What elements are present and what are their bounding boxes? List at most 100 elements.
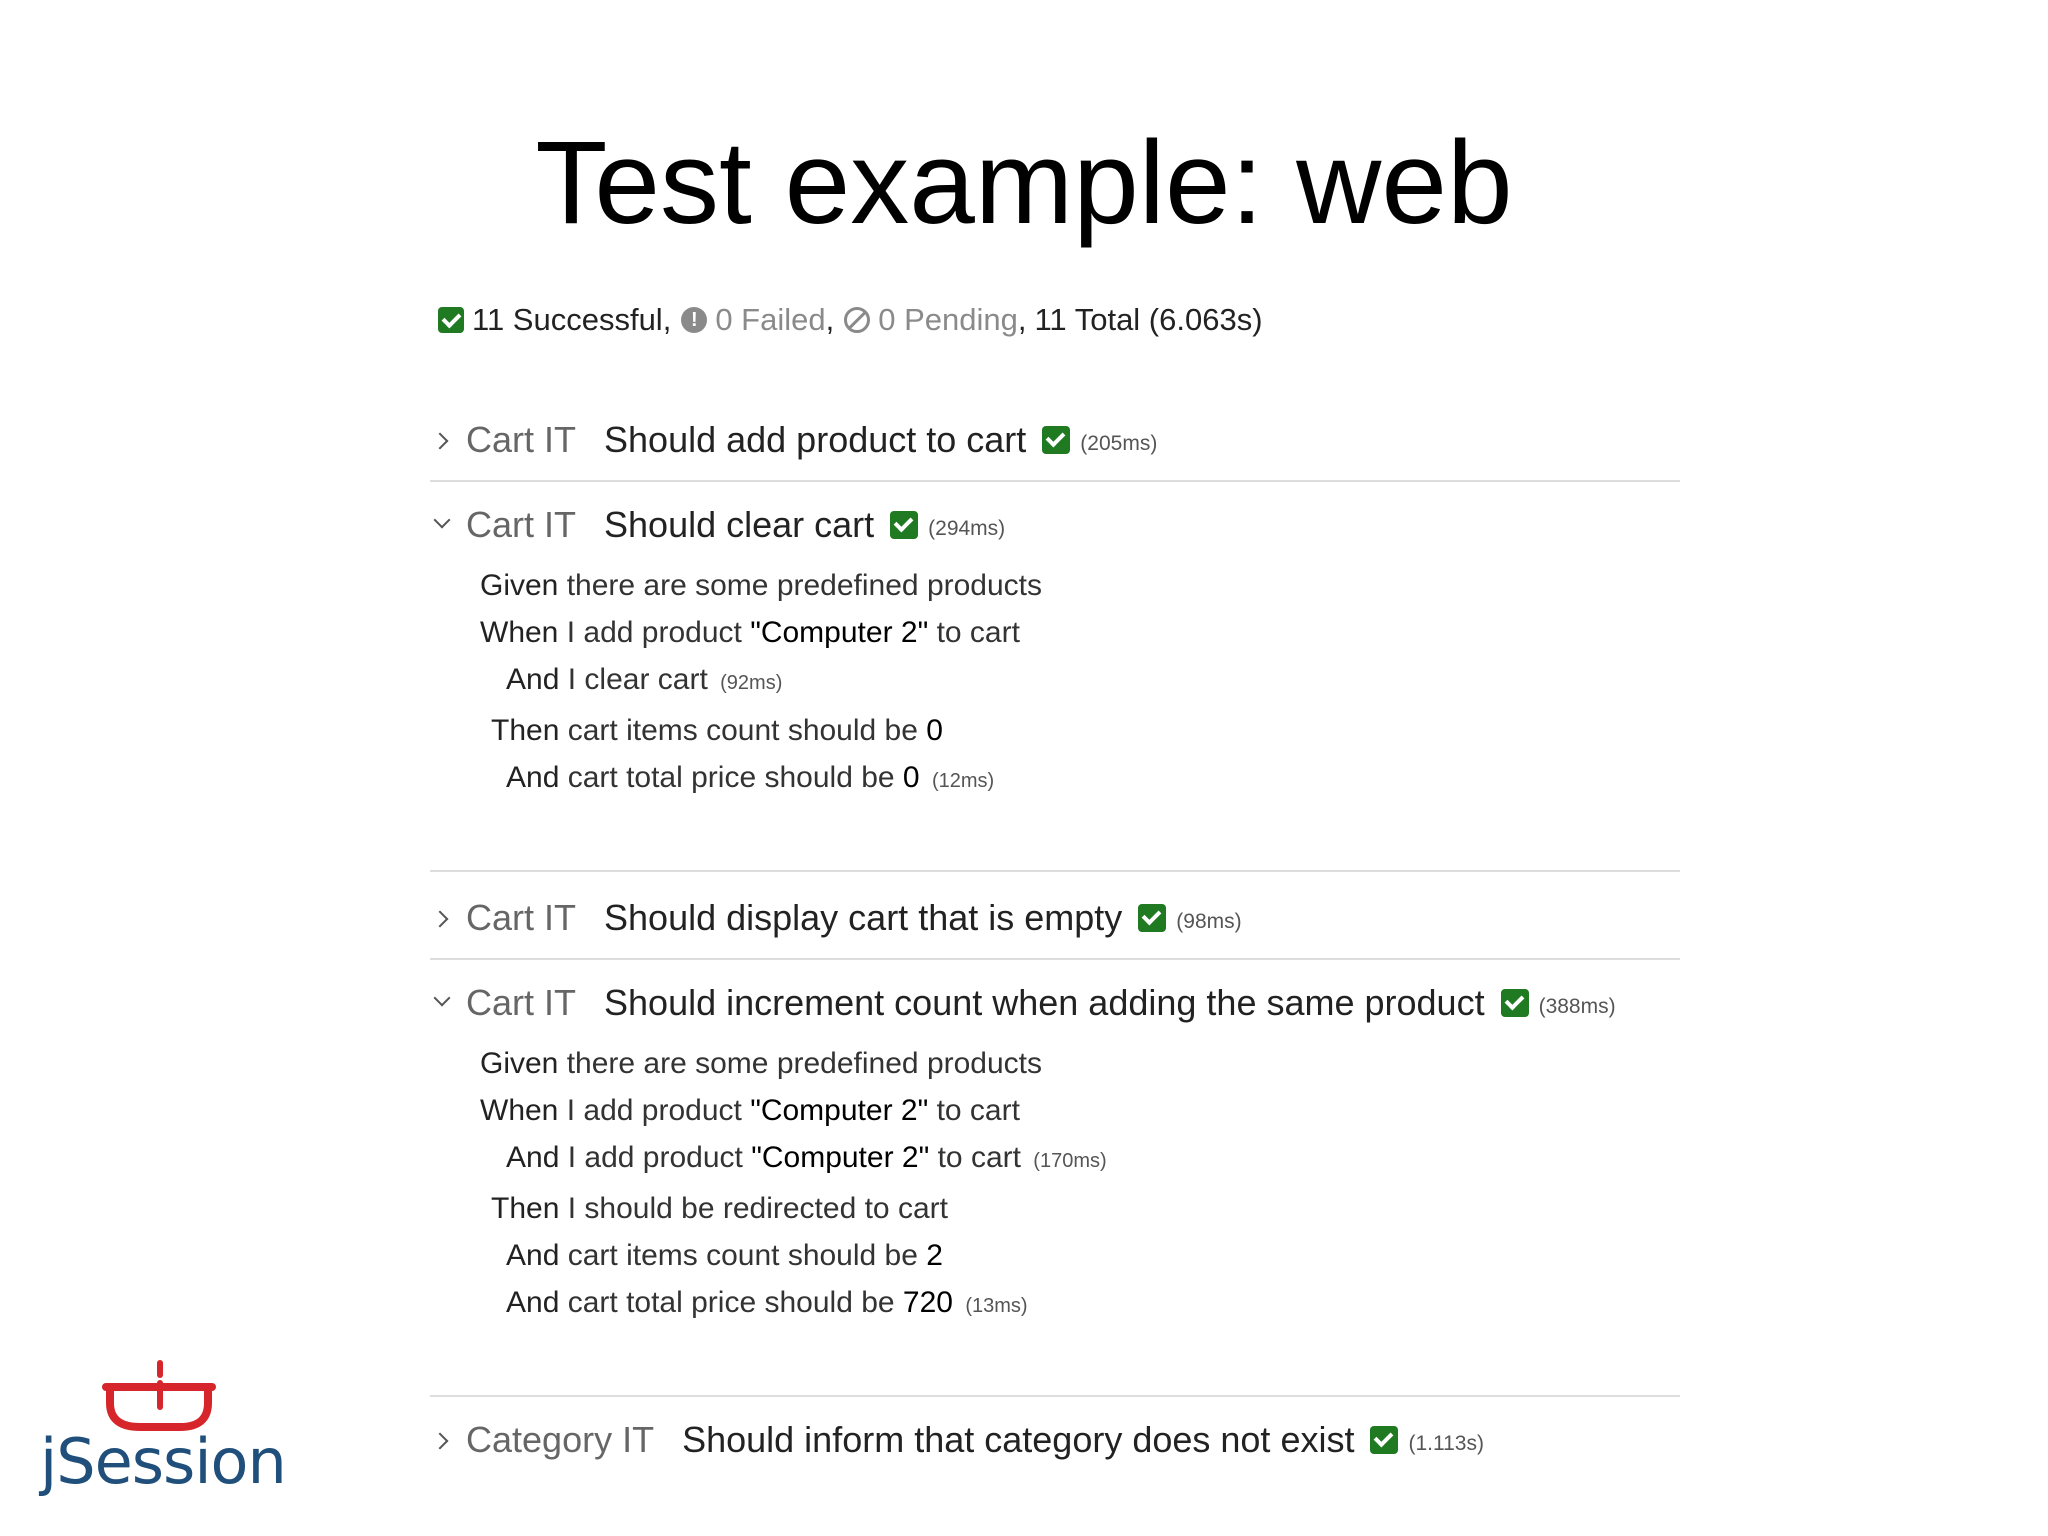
jsession-logo: jSession	[40, 1425, 287, 1498]
step-text: I add product	[567, 1141, 752, 1174]
step-text: I add product	[566, 1094, 751, 1127]
step-value: "Computer 2"	[751, 1141, 930, 1174]
step-text: cart total price should be	[567, 761, 903, 794]
test-header[interactable]: Cart IT Should increment count when addi…	[430, 978, 1680, 1028]
test-duration: (1.113s)	[1408, 1432, 1484, 1455]
step-when: When I add product "Computer 2" to cart	[430, 1087, 1680, 1134]
step-value: "Computer 2"	[750, 616, 929, 649]
divider	[430, 1395, 1680, 1397]
step-and: And cart total price should be 720 (13ms…	[430, 1279, 1680, 1330]
success-check-icon	[1138, 904, 1167, 932]
step-duration: (12ms)	[931, 770, 995, 792]
success-check-icon	[1042, 426, 1071, 454]
summary-separator: ,	[1017, 302, 1027, 337]
test-row[interactable]: Cart IT Should add product to cart (205m…	[430, 415, 1680, 465]
slide: Test example: web 11 Successful, ! 0 Fai…	[0, 0, 2048, 1536]
step-duration: (13ms)	[965, 1295, 1028, 1317]
step-tail: to cart	[928, 1094, 1020, 1127]
step-keyword: And	[506, 663, 560, 696]
success-check-icon	[890, 511, 919, 539]
step-keyword: Given	[480, 569, 559, 602]
test-name: Should add product to cart	[604, 419, 1027, 460]
step-keyword: And	[506, 1286, 560, 1319]
test-row[interactable]: Cart IT Should increment count when addi…	[430, 978, 1680, 1330]
step-and: And I add product "Computer 2" to cart (…	[430, 1134, 1680, 1185]
summary-failed: 0 Failed	[715, 302, 826, 337]
step-keyword: Then	[491, 714, 560, 747]
step-keyword: Then	[491, 1192, 560, 1225]
test-duration: (294ms)	[928, 517, 1006, 540]
step-keyword: When	[480, 616, 559, 649]
divider	[430, 958, 1680, 960]
test-name: Should clear cart	[604, 504, 875, 545]
test-steps: Given there are some predefined products…	[430, 1040, 1680, 1330]
step-text: I add product	[566, 616, 751, 649]
step-duration: (170ms)	[1033, 1150, 1107, 1172]
step-text: cart items count should be	[567, 1239, 927, 1272]
step-tail: to cart	[928, 616, 1020, 649]
step-keyword: And	[506, 1141, 560, 1174]
test-summary: 11 Successful, ! 0 Failed , 0 Pending , …	[438, 300, 1263, 340]
summary-pending: 0 Pending	[878, 302, 1018, 337]
pending-ban-icon	[844, 307, 871, 333]
test-row[interactable]: Cart IT Should display cart that is empt…	[430, 893, 1680, 943]
step-value: 0	[902, 761, 920, 794]
step-then: Then I should be redirected to cart	[430, 1185, 1680, 1232]
step-text: cart items count should be	[567, 714, 927, 747]
step-value: 0	[926, 714, 943, 747]
step-and: And cart items count should be 2	[430, 1232, 1680, 1279]
step-duration: (92ms)	[720, 672, 783, 694]
step-when: When I add product "Computer 2" to cart	[430, 609, 1680, 656]
test-row[interactable]: Category IT Should inform that category …	[430, 1415, 1680, 1465]
summary-total: 11 Total (6.063s)	[1034, 302, 1263, 337]
failed-exclamation-icon: !	[681, 307, 708, 333]
test-row[interactable]: Cart IT Should clear cart (294ms) Given …	[430, 500, 1680, 805]
divider	[430, 480, 1680, 482]
step-then: Then cart items count should be 0	[430, 707, 1680, 754]
step-value: 720	[902, 1286, 953, 1319]
summary-successful: 11 Successful,	[472, 302, 672, 337]
step-keyword: And	[506, 761, 560, 794]
suite-name: Cart IT	[466, 419, 577, 460]
success-check-icon	[1370, 1426, 1399, 1454]
step-text: cart total price should be	[567, 1286, 903, 1319]
divider	[430, 870, 1680, 872]
test-duration: (205ms)	[1080, 432, 1158, 455]
step-text: I should be redirected to cart	[567, 1192, 948, 1225]
test-header[interactable]: Cart IT Should clear cart (294ms)	[430, 500, 1680, 550]
suite-name: Cart IT	[466, 504, 577, 545]
test-header[interactable]: Cart IT Should display cart that is empt…	[430, 893, 1680, 943]
chevron-down-icon[interactable]	[430, 987, 460, 1019]
step-given: Given there are some predefined products	[430, 562, 1680, 609]
step-keyword: And	[506, 1239, 560, 1272]
chevron-right-icon[interactable]	[430, 1424, 460, 1456]
summary-separator: ,	[825, 302, 835, 337]
step-text: there are some predefined products	[566, 1047, 1043, 1080]
step-keyword: When	[480, 1094, 559, 1127]
chevron-right-icon[interactable]	[430, 902, 460, 934]
suite-name: Cart IT	[466, 897, 577, 938]
step-value: "Computer 2"	[750, 1094, 929, 1127]
test-duration: (388ms)	[1538, 995, 1616, 1018]
suite-name: Cart IT	[466, 982, 577, 1023]
step-given: Given there are some predefined products	[430, 1040, 1680, 1087]
step-tail: to cart	[929, 1141, 1021, 1174]
step-and: And I clear cart (92ms)	[430, 656, 1680, 707]
slide-title: Test example: web	[535, 117, 1513, 249]
test-header[interactable]: Category IT Should inform that category …	[430, 1415, 1680, 1465]
chevron-down-icon[interactable]	[430, 509, 460, 541]
suite-name: Category IT	[466, 1419, 655, 1460]
success-check-icon	[1500, 989, 1529, 1017]
test-header[interactable]: Cart IT Should add product to cart (205m…	[430, 415, 1680, 465]
step-and: And cart total price should be 0 (12ms)	[430, 754, 1680, 805]
test-name: Should display cart that is empty	[604, 897, 1123, 938]
step-text: I clear cart	[567, 663, 708, 696]
test-steps: Given there are some predefined products…	[430, 562, 1680, 805]
test-duration: (98ms)	[1176, 910, 1242, 933]
test-name: Should inform that category does not exi…	[682, 1419, 1355, 1460]
chevron-right-icon[interactable]	[430, 424, 460, 456]
success-check-icon	[438, 307, 464, 333]
step-keyword: Given	[480, 1047, 559, 1080]
step-text: there are some predefined products	[566, 569, 1043, 602]
test-name: Should increment count when adding the s…	[604, 982, 1485, 1023]
